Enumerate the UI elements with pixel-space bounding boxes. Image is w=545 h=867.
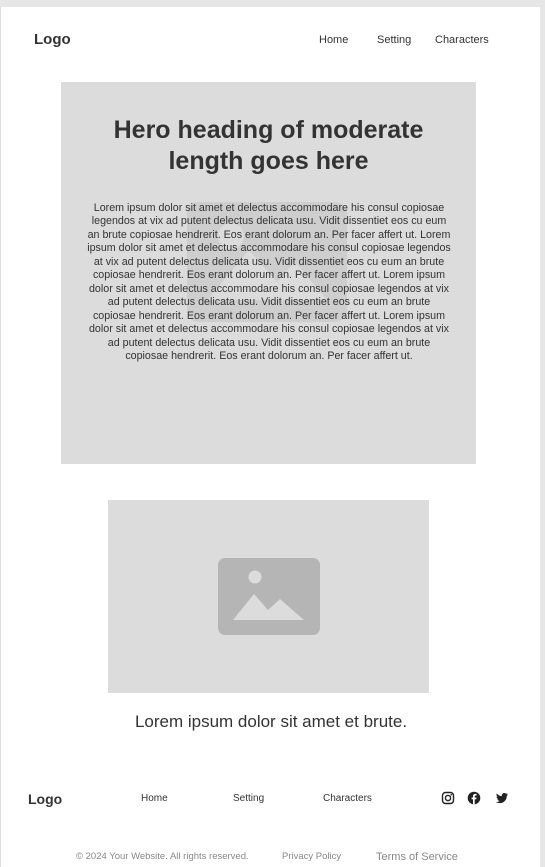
hero-section: Hero heading of moderate length goes her… bbox=[61, 82, 476, 464]
nav-characters[interactable]: Characters bbox=[435, 34, 489, 46]
facebook-icon[interactable] bbox=[467, 791, 481, 805]
copyright-text: © 2024 Your Website. All rights reserved… bbox=[76, 851, 249, 862]
scrollbar[interactable] bbox=[540, 0, 545, 867]
site-header: Logo Home Setting Characters bbox=[1, 7, 541, 67]
image-placeholder-icon bbox=[218, 558, 320, 635]
nav-home[interactable]: Home bbox=[319, 34, 348, 46]
privacy-policy-link[interactable]: Privacy Policy bbox=[282, 851, 341, 862]
terms-of-service-link[interactable]: Terms of Service bbox=[376, 851, 458, 863]
hero-heading: Hero heading of moderate length goes her… bbox=[113, 116, 424, 175]
footer-nav-home[interactable]: Home bbox=[141, 793, 168, 804]
twitter-icon[interactable] bbox=[495, 791, 509, 805]
footer-logo[interactable]: Logo bbox=[28, 791, 62, 807]
instagram-icon[interactable] bbox=[441, 791, 455, 805]
media-caption: Lorem ipsum dolor sit amet et brute. bbox=[134, 712, 408, 731]
header-logo[interactable]: Logo bbox=[34, 31, 71, 48]
site-footer: Logo Home Setting Characters © 2024 Your… bbox=[1, 777, 541, 867]
footer-nav-setting[interactable]: Setting bbox=[233, 793, 264, 804]
footer-nav-characters[interactable]: Characters bbox=[323, 793, 372, 804]
media-placeholder bbox=[108, 500, 429, 693]
nav-setting[interactable]: Setting bbox=[377, 34, 411, 46]
page: Logo Home Setting Characters Hero headin… bbox=[0, 7, 541, 867]
hero-body-text: Lorem ipsum dolor sit amet et delectus a… bbox=[87, 202, 451, 362]
